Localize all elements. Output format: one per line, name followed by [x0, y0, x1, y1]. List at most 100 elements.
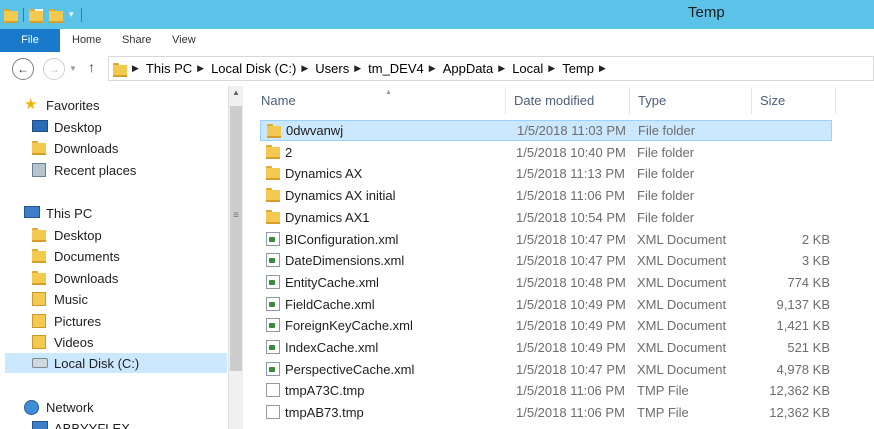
nav-item-downloads[interactable]: Downloads	[32, 268, 118, 288]
address-bar[interactable]: ▶ This PC ▶ Local Disk (C:) ▶ Users ▶ tm…	[108, 56, 874, 81]
file-date-modified: 1/5/2018 10:49 PM	[516, 318, 626, 333]
file-row[interactable]: Dynamics AX initial 1/5/2018 11:06 PM File…	[260, 185, 832, 206]
ribbon-tabs: File Home Share View	[0, 29, 874, 52]
file-name: Dynamics AX initial	[285, 188, 396, 203]
scrollbar-thumb[interactable]: ≡	[230, 106, 242, 371]
file-date-modified: 1/5/2018 10:40 PM	[516, 145, 626, 160]
folder-icon	[4, 8, 18, 23]
recent-locations-chevron-icon[interactable]: ▼	[69, 64, 77, 73]
drive-icon	[32, 358, 48, 368]
folder-icon	[113, 62, 127, 77]
network-computer-icon	[32, 421, 48, 429]
network-icon	[24, 400, 39, 415]
tab-home[interactable]: Home	[72, 29, 101, 52]
desktop-icon	[32, 120, 48, 132]
file-type: XML Document	[637, 340, 727, 355]
properties-icon[interactable]	[29, 8, 43, 23]
file-type: XML Document	[637, 275, 727, 290]
back-button[interactable]: ←	[12, 58, 34, 80]
column-header-date-modified[interactable]: Date modified	[506, 88, 630, 114]
breadcrumb-tm-dev4[interactable]: tm_DEV4	[368, 61, 424, 76]
file-size: 12,362 KB	[769, 383, 830, 398]
new-folder-icon[interactable]	[49, 8, 63, 23]
file-name: ForeignKeyCache.xml	[285, 318, 413, 333]
nav-item-desktop-favorite[interactable]: Desktop	[32, 117, 102, 137]
tab-view[interactable]: View	[172, 29, 196, 52]
folder-icon	[267, 124, 281, 138]
file-date-modified: 1/5/2018 11:06 PM	[516, 383, 625, 398]
file-date-modified: 1/5/2018 11:06 PM	[516, 188, 625, 203]
file-row[interactable]: FieldCache.xml 1/5/2018 10:49 PM XML Docum…	[260, 294, 832, 315]
quick-access-toolbar: ▾	[4, 5, 82, 24]
file-date-modified: 1/5/2018 11:06 PM	[516, 405, 625, 420]
file-row[interactable]: tmpAB73.tmp 1/5/2018 11:06 PM TMP File 12,3…	[260, 402, 832, 423]
file-name: FieldCache.xml	[285, 297, 375, 312]
file-size: 2 KB	[801, 232, 830, 247]
file-name: Dynamics AX1	[285, 210, 370, 225]
navigation-scrollbar[interactable]: ▲ ≡	[228, 86, 243, 429]
column-header-type[interactable]: Type	[630, 88, 752, 114]
file-date-modified: 1/5/2018 11:03 PM	[517, 123, 626, 138]
file-type: File folder	[638, 123, 696, 138]
file-row[interactable]: EntityCache.xml 1/5/2018 10:48 PM XML Docu…	[260, 272, 832, 293]
nav-item-downloads-favorite[interactable]: Downloads	[32, 138, 118, 158]
file-type: File folder	[637, 210, 695, 225]
file-row[interactable]: 0dwvanwj 1/5/2018 11:03 PM File folder	[260, 120, 832, 141]
breadcrumb-local-disk[interactable]: Local Disk (C:)	[211, 61, 296, 76]
file-list: ▲ Name Date modified Type Size 0dwvanwj 1…	[245, 86, 874, 429]
breadcrumb-appdata[interactable]: AppData	[443, 61, 494, 76]
forward-button[interactable]: →	[43, 58, 65, 80]
nav-item-music[interactable]: Music	[32, 289, 88, 309]
column-header-size[interactable]: Size	[752, 88, 836, 114]
folder-icon	[266, 166, 280, 180]
file-row[interactable]: PerspectiveCache.xml 1/5/2018 10:47 PM XML…	[260, 359, 832, 380]
nav-item-documents[interactable]: Documents	[32, 246, 120, 266]
file-name: EntityCache.xml	[285, 275, 379, 290]
file-type: XML Document	[637, 253, 727, 268]
tmp-file-icon	[266, 405, 280, 419]
column-header-name[interactable]: ▲ Name	[253, 88, 506, 114]
breadcrumb-temp[interactable]: Temp	[562, 61, 594, 76]
nav-item-videos[interactable]: Videos	[32, 332, 94, 352]
file-row[interactable]: 2 1/5/2018 10:40 PM File folder	[260, 142, 832, 163]
nav-item-pictures[interactable]: Pictures	[32, 311, 101, 331]
address-row: ← → ▼ ↑ ▶ This PC ▶ Local Disk (C:) ▶ Us…	[0, 52, 874, 86]
file-date-modified: 1/5/2018 10:54 PM	[516, 210, 626, 225]
nav-item-local-disk[interactable]: Local Disk (C:)	[5, 353, 227, 373]
back-arrow-icon: ←	[17, 62, 29, 76]
file-type: File folder	[637, 188, 695, 203]
breadcrumb-this-pc[interactable]: This PC	[146, 61, 192, 76]
breadcrumb-local[interactable]: Local	[512, 61, 543, 76]
music-folder-icon	[32, 292, 46, 306]
nav-item-abbyyflex[interactable]: ABBYYFLEX	[32, 418, 130, 429]
nav-this-pc[interactable]: This PC	[24, 203, 92, 223]
file-date-modified: 1/5/2018 10:49 PM	[516, 297, 626, 312]
up-button[interactable]: ↑	[88, 59, 95, 75]
grip-icon: ≡	[233, 210, 239, 221]
file-type: XML Document	[637, 297, 727, 312]
xml-file-icon	[266, 275, 280, 289]
file-row[interactable]: BIConfiguration.xml 1/5/2018 10:47 PM XML …	[260, 229, 832, 250]
nav-item-recent-places[interactable]: Recent places	[32, 160, 136, 180]
tab-share[interactable]: Share	[122, 29, 151, 52]
file-row[interactable]: ForeignKeyCache.xml 1/5/2018 10:49 PM XML …	[260, 315, 832, 336]
file-row[interactable]: Dynamics AX 1/5/2018 11:13 PM File folder	[260, 163, 832, 184]
file-row[interactable]: tmpA73C.tmp 1/5/2018 11:06 PM TMP File 12,3…	[260, 380, 832, 401]
videos-folder-icon	[32, 335, 46, 349]
folder-icon	[266, 145, 280, 159]
file-row[interactable]: Dynamics AX1 1/5/2018 10:54 PM File folder	[260, 207, 832, 228]
nav-item-desktop[interactable]: Desktop	[32, 225, 102, 245]
scroll-up-arrow-icon[interactable]: ▲	[232, 88, 240, 97]
xml-file-icon	[266, 318, 280, 332]
downloads-folder-icon	[32, 271, 46, 285]
file-date-modified: 1/5/2018 10:49 PM	[516, 340, 626, 355]
file-name: Dynamics AX	[285, 166, 363, 181]
nav-favorites[interactable]: ★ Favorites	[24, 95, 99, 115]
tab-file[interactable]: File	[0, 29, 60, 52]
breadcrumb-users[interactable]: Users	[315, 61, 349, 76]
customize-toolbar-chevron-icon[interactable]: ▾	[69, 9, 74, 20]
file-row[interactable]: DateDimensions.xml 1/5/2018 10:47 PM XML D…	[260, 250, 832, 271]
file-row[interactable]: IndexCache.xml 1/5/2018 10:49 PM XML Docum…	[260, 337, 832, 358]
nav-network[interactable]: Network	[24, 397, 94, 417]
window-title: Temp	[688, 4, 725, 21]
